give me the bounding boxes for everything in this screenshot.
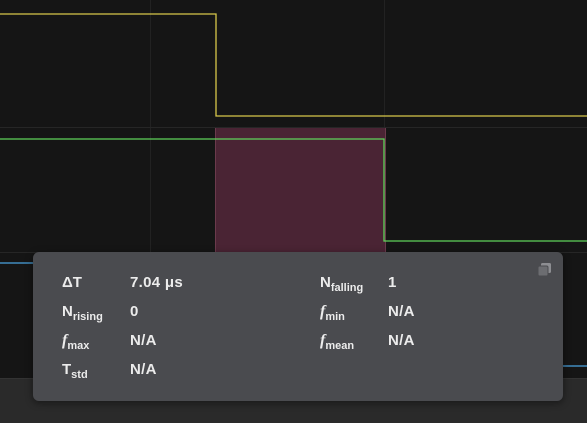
n-falling-measurement: Nfalling 1 bbox=[320, 274, 397, 294]
n-rising-label: Nrising bbox=[62, 303, 103, 323]
f-mean-measurement: fmean N/A bbox=[320, 332, 415, 352]
delta-t-label: ΔT bbox=[62, 274, 82, 291]
t-std-label: Tstd bbox=[62, 361, 88, 381]
f-max-value: N/A bbox=[130, 332, 157, 349]
channel-2-trace bbox=[0, 138, 587, 242]
n-rising-value: 0 bbox=[130, 303, 139, 320]
f-mean-value: N/A bbox=[388, 332, 415, 349]
f-max-label: fmax bbox=[62, 332, 90, 352]
f-max-measurement: fmax N/A bbox=[62, 332, 157, 352]
f-mean-label: fmean bbox=[320, 332, 355, 352]
delta-t-measurement: ΔT 7.04 μs bbox=[62, 274, 183, 291]
f-min-label: fmin bbox=[320, 303, 345, 323]
t-std-measurement: Tstd N/A bbox=[62, 361, 157, 381]
n-falling-value: 1 bbox=[388, 274, 397, 291]
copy-icon[interactable] bbox=[537, 262, 552, 277]
t-std-value: N/A bbox=[130, 361, 157, 378]
channel-1-trace bbox=[0, 13, 587, 117]
delta-t-value: 7.04 μs bbox=[130, 274, 183, 291]
f-min-measurement: fmin N/A bbox=[320, 303, 415, 323]
measurement-panel: ΔT 7.04 μs Nfalling 1 Nrising 0 fmin N/A… bbox=[33, 252, 563, 401]
f-min-value: N/A bbox=[388, 303, 415, 320]
n-rising-measurement: Nrising 0 bbox=[62, 303, 139, 323]
n-falling-label: Nfalling bbox=[320, 274, 364, 294]
